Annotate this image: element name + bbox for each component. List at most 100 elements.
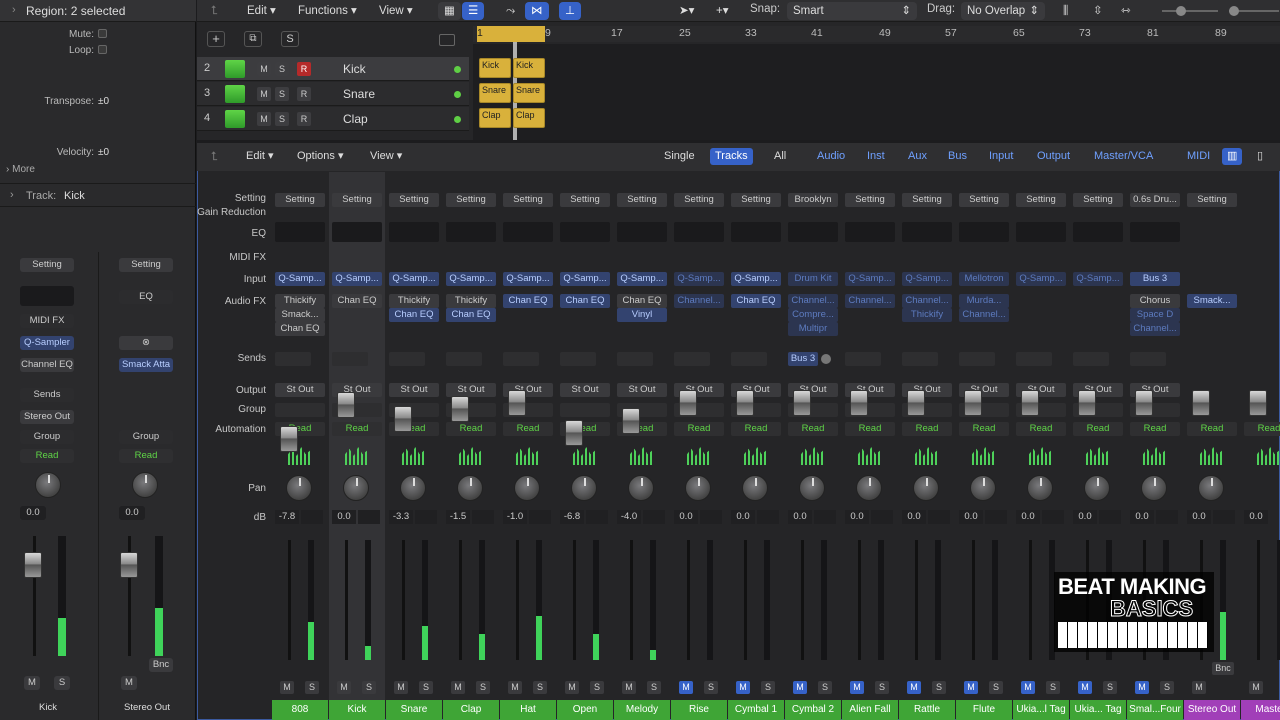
ruler[interactable]: 1 9 17 25 33 41 49 57 65 73 81 89 xyxy=(473,26,1280,42)
pointer-tool-icon[interactable]: ➤▾ xyxy=(673,2,700,20)
channel-name[interactable]: Rise xyxy=(671,700,727,720)
filter-input[interactable]: Input xyxy=(984,148,1018,165)
pan-knob[interactable] xyxy=(1084,475,1110,501)
channel-name[interactable]: Alien Fall xyxy=(842,700,898,720)
filter-master-vca[interactable]: Master/VCA xyxy=(1089,148,1158,165)
setting-button[interactable]: Setting xyxy=(275,193,325,207)
automation-mode[interactable]: Read xyxy=(1187,422,1237,436)
audio-fx-slot[interactable]: Channel EQ xyxy=(20,358,74,372)
mute-button[interactable]: M xyxy=(451,681,465,694)
automation-mode[interactable]: Read xyxy=(1130,422,1180,436)
mute-button[interactable]: M xyxy=(850,681,864,694)
input-slot[interactable]: Q-Samp... xyxy=(902,272,952,286)
send-slot[interactable] xyxy=(332,352,368,366)
mute-button[interactable]: M xyxy=(24,676,40,690)
audio-fx-slot[interactable]: Chan EQ xyxy=(503,294,553,308)
slider-thumb[interactable] xyxy=(1229,6,1239,16)
mute-button[interactable]: M xyxy=(280,681,294,694)
audio-fx-slot[interactable]: Space D xyxy=(1130,308,1180,322)
volume-fader[interactable] xyxy=(736,390,754,416)
mixer-layout-icon[interactable]: ▥ xyxy=(1222,148,1243,165)
volume-fader[interactable] xyxy=(451,396,469,422)
setting-button[interactable]: Setting xyxy=(674,193,724,207)
channel-name[interactable]: Kick xyxy=(329,700,385,720)
send-slot[interactable] xyxy=(446,352,482,366)
channel-name[interactable]: Ukia...l Tag xyxy=(1013,700,1069,720)
send-level-knob[interactable] xyxy=(821,354,831,364)
midi-region[interactable]: Snare xyxy=(479,83,511,103)
pan-knob[interactable] xyxy=(856,475,882,501)
eq-thumbnail[interactable] xyxy=(20,286,74,306)
solo-button[interactable]: S xyxy=(533,681,547,694)
eq-thumbnail[interactable] xyxy=(845,222,895,242)
mute-button[interactable]: M xyxy=(793,681,807,694)
volume-fader[interactable] xyxy=(1135,390,1153,416)
channel-name[interactable]: Stereo Out xyxy=(1184,700,1240,720)
mute-checkbox[interactable] xyxy=(98,29,107,38)
audio-fx-slot[interactable]: Channel... xyxy=(902,294,952,308)
filter-aux[interactable]: Aux xyxy=(903,148,932,165)
input-slot[interactable]: Q-Samp... xyxy=(617,272,667,286)
tracks-tab[interactable]: Tracks xyxy=(710,148,753,165)
volume-fader[interactable] xyxy=(964,390,982,416)
midi-region[interactable]: Clap xyxy=(479,108,511,128)
input-slot[interactable]: Q-Samp... xyxy=(446,272,496,286)
pan-knob[interactable] xyxy=(685,475,711,501)
channel-name[interactable]: Hat xyxy=(500,700,556,720)
output-slot[interactable]: Stereo Out xyxy=(20,410,74,424)
horizontal-zoom-slider[interactable] xyxy=(1229,6,1279,16)
solo-button[interactable]: S xyxy=(476,681,490,694)
automation-mode[interactable]: Read xyxy=(731,422,781,436)
eq-thumbnail[interactable] xyxy=(1016,222,1066,242)
record-enable-button[interactable]: R xyxy=(297,87,311,101)
region-inspector-header[interactable]: › Region: 2 selected xyxy=(0,0,196,22)
eq-thumbnail[interactable] xyxy=(1130,222,1180,242)
track-on-indicator[interactable] xyxy=(454,66,461,73)
list-icon[interactable]: ☰ xyxy=(462,2,485,20)
catch-icon[interactable]: ⮤ xyxy=(211,3,218,18)
setting-button[interactable]: Setting xyxy=(560,193,610,207)
audio-fx-slot[interactable]: Thickify xyxy=(902,308,952,322)
solo-button[interactable]: S xyxy=(1046,681,1060,694)
solo-button[interactable]: S xyxy=(818,681,832,694)
bounce-button[interactable]: Bnc xyxy=(149,658,173,672)
midi-region[interactable]: Snare xyxy=(513,83,545,103)
pan-knob[interactable] xyxy=(132,472,158,498)
volume-fader[interactable] xyxy=(679,390,697,416)
loop-checkbox[interactable] xyxy=(98,45,107,54)
flex-icon[interactable]: ⤳ xyxy=(500,2,521,20)
solo-button[interactable]: S xyxy=(647,681,661,694)
setting-button[interactable]: Setting xyxy=(503,193,553,207)
mute-button[interactable]: M xyxy=(964,681,978,694)
pan-knob[interactable] xyxy=(1198,475,1224,501)
eq-slot[interactable]: EQ xyxy=(119,290,173,304)
volume-fader[interactable] xyxy=(1021,390,1039,416)
send-slot[interactable] xyxy=(1016,352,1052,366)
solo-button[interactable]: S xyxy=(305,681,319,694)
input-slot[interactable]: Q-Samp... xyxy=(674,272,724,286)
audio-fx-slot[interactable]: Thickify xyxy=(446,294,496,308)
setting-button[interactable]: Setting xyxy=(959,193,1009,207)
output-slot[interactable]: St Out xyxy=(617,383,667,397)
setting-button[interactable]: 0.6s Dru... xyxy=(1130,193,1180,207)
setting-button[interactable]: Setting xyxy=(1016,193,1066,207)
setting-button[interactable]: Setting xyxy=(1073,193,1123,207)
mixer-view-menu[interactable]: View ▾ xyxy=(365,148,407,165)
solo-button[interactable]: S xyxy=(1160,681,1174,694)
track-solo-button[interactable]: S xyxy=(275,87,289,101)
automation-mode[interactable]: Read xyxy=(959,422,1009,436)
catch-icon[interactable]: ⮤ xyxy=(211,149,218,164)
pan-knob[interactable] xyxy=(400,475,426,501)
output-slot[interactable]: St Out xyxy=(446,383,496,397)
solo-button[interactable]: S xyxy=(989,681,1003,694)
input-slot[interactable]: Q-Samp... xyxy=(731,272,781,286)
channel-name[interactable]: Snare xyxy=(386,700,442,720)
audio-fx-slot[interactable]: Thickify xyxy=(275,294,325,308)
channel-name[interactable]: 808 xyxy=(272,700,328,720)
automation-mode[interactable]: Read xyxy=(845,422,895,436)
waveform-zoom-icon[interactable]: ⫼ xyxy=(1057,2,1074,20)
mute-button[interactable]: M xyxy=(622,681,636,694)
automation-mode[interactable]: Read xyxy=(1016,422,1066,436)
pan-knob[interactable] xyxy=(571,475,597,501)
sends-slot[interactable]: Sends xyxy=(20,388,74,402)
